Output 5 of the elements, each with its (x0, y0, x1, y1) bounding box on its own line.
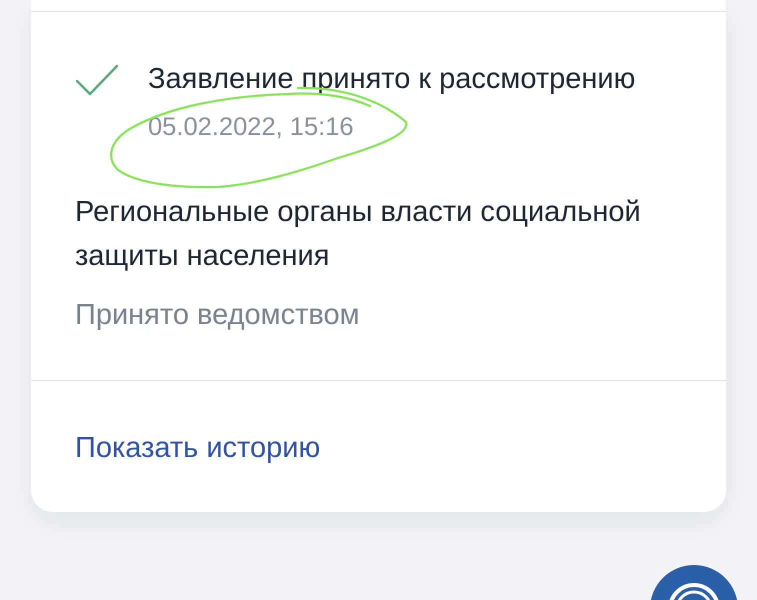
department-name: Региональные органы власти социальной защиты населения (75, 195, 642, 274)
show-history-link[interactable]: Показать историю (75, 429, 320, 467)
department-status: Принято ведомством (75, 298, 360, 333)
status-date: 05.02.2022, 15:16 (148, 112, 354, 143)
status-title: Заявление принято к рассмотрению (148, 62, 636, 97)
